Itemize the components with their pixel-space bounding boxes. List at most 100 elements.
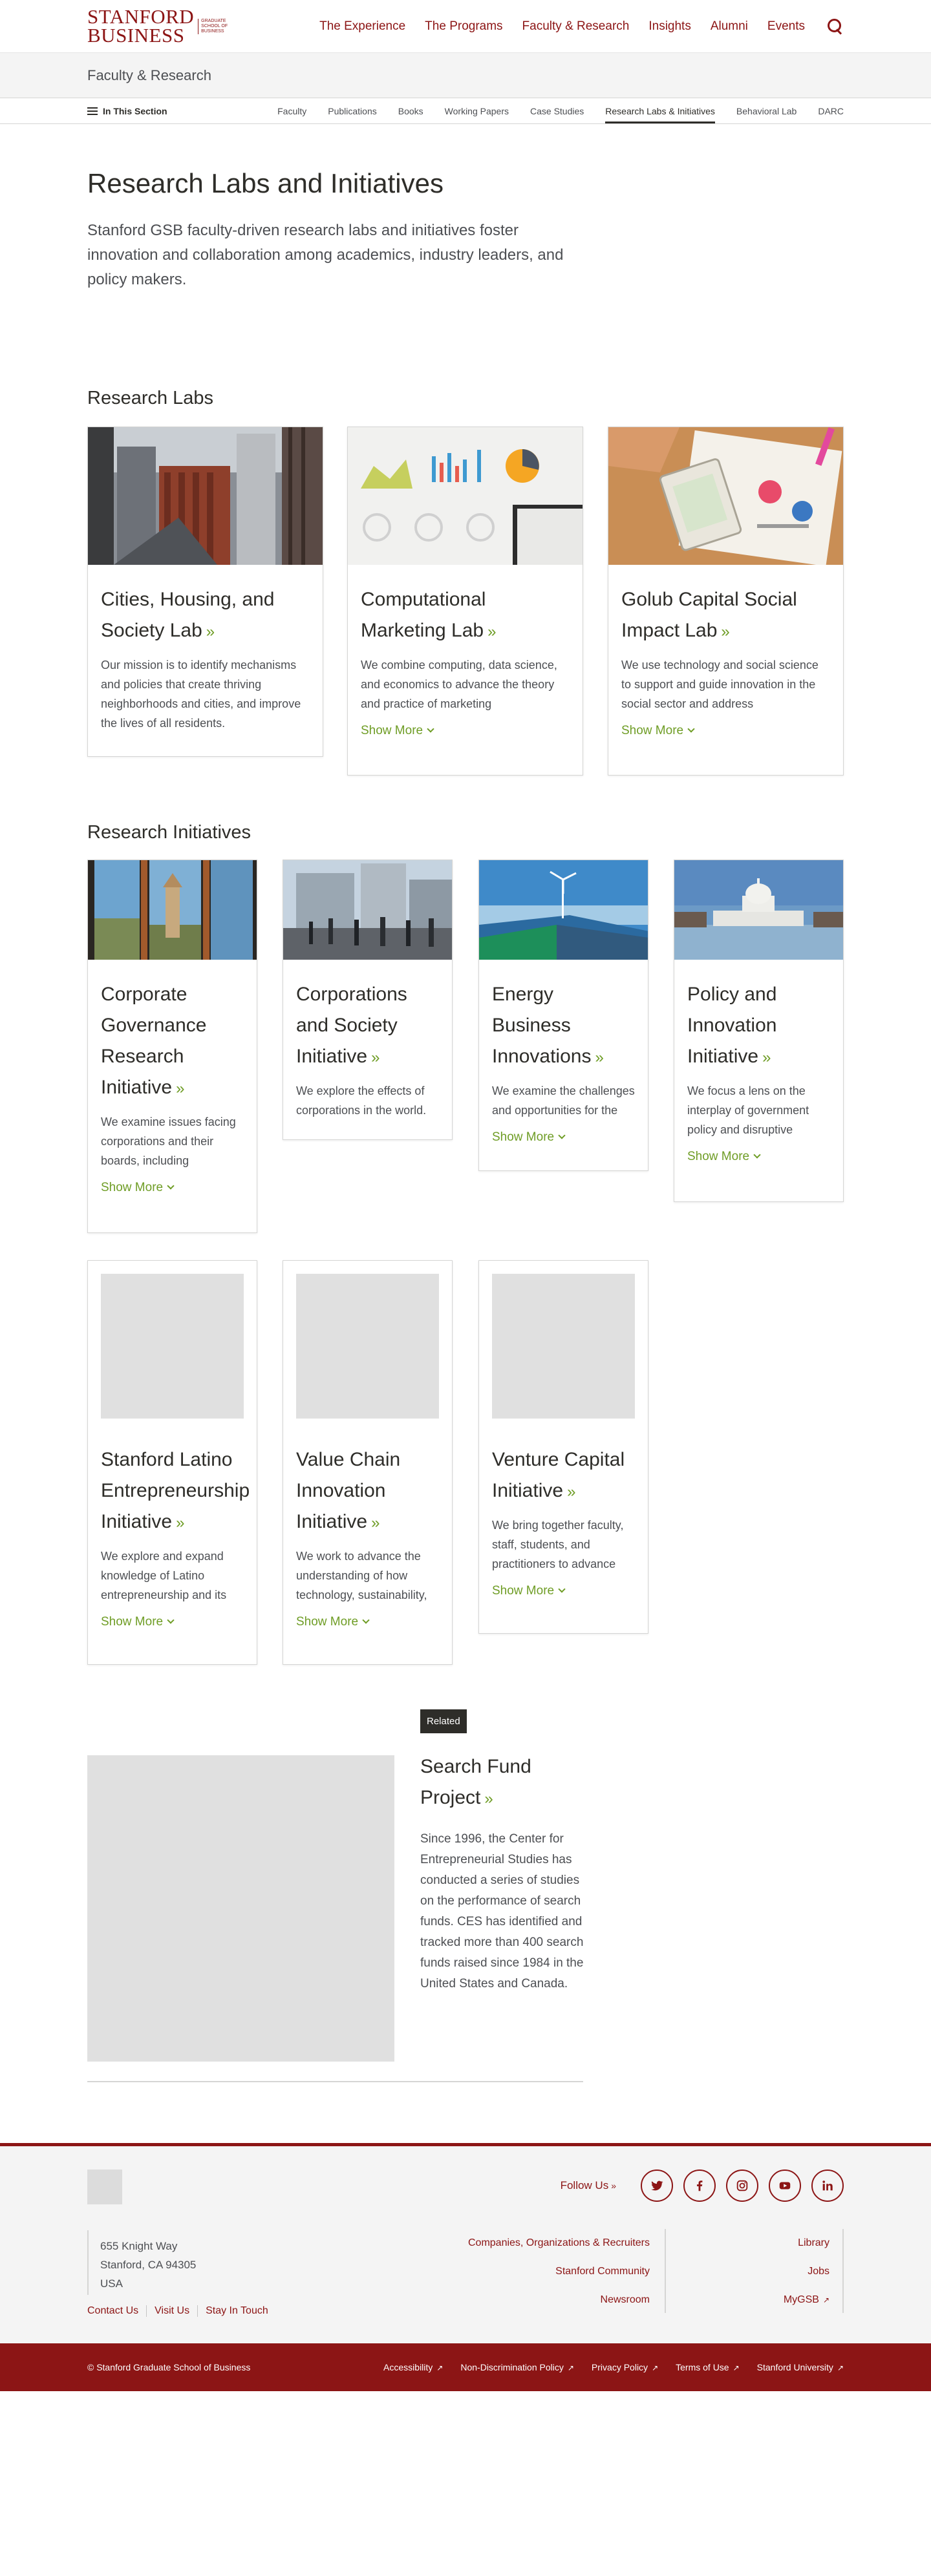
instagram-icon[interactable]	[726, 2170, 758, 2202]
lab-title-marketing[interactable]: Computational Marketing Lab»	[361, 584, 570, 648]
copyright-text: © Stanford Graduate School of Business	[87, 2362, 251, 2372]
link-accessibility[interactable]: Accessibility ↗	[383, 2362, 443, 2372]
external-link-icon: ↗	[567, 2363, 574, 2372]
external-link-icon: ↗	[733, 2363, 740, 2372]
nav-the-experience[interactable]: The Experience	[319, 19, 405, 34]
initiative-title-corporations-society[interactable]: Corporations and Society Initiative»	[296, 979, 439, 1073]
show-more-button[interactable]: Show More	[296, 1615, 370, 1629]
link-non-discrimination[interactable]: Non-Discrimination Policy ↗	[460, 2362, 574, 2372]
initiative-text-corporations-society: We explore the effects of corporations i…	[296, 1084, 427, 1117]
lab-text-cities: Our mission is to identify mechanisms an…	[101, 659, 301, 730]
section-divider	[87, 2081, 583, 2082]
footer-column-divider	[842, 2229, 844, 2313]
external-link-icon: ↗	[837, 2363, 844, 2372]
nav-insights[interactable]: Insights	[648, 19, 690, 34]
related-image-placeholder	[87, 1755, 394, 2062]
show-more-button[interactable]: Show More	[492, 1130, 566, 1145]
subnav-darc[interactable]: DARC	[818, 98, 844, 124]
initiative-image-corporations-society	[283, 860, 452, 960]
show-more-button[interactable]: Show More	[687, 1150, 761, 1164]
subnav-case-studies[interactable]: Case Studies	[530, 98, 584, 124]
research-labs-heading: Research Labs	[87, 388, 214, 408]
main-nav: The Experience The Programs Faculty & Re…	[300, 18, 844, 35]
chevron-down-icon	[167, 1616, 175, 1624]
gsb-logo[interactable]: STANFORD BUSINESS Graduate School of Bus…	[87, 7, 228, 45]
legal-links: Accessibility ↗ Non-Discrimination Policy…	[366, 2362, 844, 2372]
link-terms-of-use[interactable]: Terms of Use ↗	[676, 2362, 740, 2372]
nav-events[interactable]: Events	[767, 19, 805, 34]
footer-link-stay-in-touch[interactable]: Stay In Touch	[206, 2305, 276, 2317]
initiative-card-corporations-society[interactable]: Corporations and Society Initiative» We …	[283, 860, 453, 1140]
chevron-right-icon: »	[371, 1514, 380, 1532]
chevron-right-icon: »	[595, 1049, 604, 1066]
in-this-section-toggle[interactable]: In This Section	[87, 106, 167, 116]
site-header: STANFORD BUSINESS Graduate School of Bus…	[0, 0, 931, 53]
chevron-down-icon	[362, 1616, 370, 1624]
lab-card-computational-marketing[interactable]: Computational Marketing Lab» We combine …	[347, 427, 583, 776]
twitter-icon[interactable]	[641, 2170, 673, 2202]
youtube-icon[interactable]	[769, 2170, 801, 2202]
initiative-title-value-chain[interactable]: Value Chain Innovation Initiative»	[296, 1444, 439, 1539]
section-bar: Faculty & Research	[0, 53, 931, 98]
related-title[interactable]: Search Fund Project»	[420, 1751, 588, 1815]
footer-logo[interactable]	[87, 2170, 122, 2204]
lab-title-cities[interactable]: Cities, Housing, and Society Lab»	[101, 584, 310, 648]
footer-column-2: Library Jobs MyGSB ↗	[784, 2229, 829, 2314]
lab-image-cities	[88, 427, 323, 565]
lab-card-golub-capital[interactable]: Golub Capital Social Impact Lab» We use …	[608, 427, 844, 776]
related-text: Since 1996, the Center for Entrepreneuri…	[420, 1832, 584, 1990]
show-more-button[interactable]: Show More	[492, 1584, 566, 1598]
section-title[interactable]: Faculty & Research	[87, 67, 211, 84]
show-more-button[interactable]: Show More	[101, 1615, 175, 1629]
initiative-card-venture-capital[interactable]: Venture Capital Initiative» We bring tog…	[478, 1260, 648, 1634]
subnav-behavioral-lab[interactable]: Behavioral Lab	[736, 98, 797, 124]
link-privacy-policy[interactable]: Privacy Policy ↗	[592, 2362, 658, 2372]
nav-faculty-research[interactable]: Faculty & Research	[522, 19, 630, 34]
initiative-text-corporate-governance: We examine issues facing corporations an…	[101, 1115, 236, 1167]
initiative-card-policy-innovation[interactable]: Policy and Innovation Initiative» We foc…	[674, 860, 844, 1202]
link-stanford-university[interactable]: Stanford University ↗	[757, 2362, 844, 2372]
footer-link-mygsb[interactable]: MyGSB ↗	[784, 2286, 829, 2314]
linkedin-icon[interactable]	[811, 2170, 844, 2202]
show-more-button[interactable]: Show More	[101, 1181, 175, 1195]
subnav-books[interactable]: Books	[398, 98, 423, 124]
subnav-research-labs[interactable]: Research Labs & Initiatives	[605, 98, 715, 124]
show-more-button[interactable]: Show More	[621, 724, 695, 738]
initiative-card-latino-entrepreneurship[interactable]: Stanford Latino Entrepreneurship Initiat…	[87, 1260, 257, 1665]
footer-link-newsroom[interactable]: Newsroom	[468, 2286, 650, 2314]
initiative-text-policy-innovation: We focus a lens on the interplay of gove…	[687, 1084, 809, 1136]
chevron-down-icon	[558, 1585, 566, 1593]
initiative-card-corporate-governance[interactable]: Corporate Governance Research Initiative…	[87, 860, 257, 1233]
footer-link-visit-us[interactable]: Visit Us	[155, 2305, 198, 2317]
nav-alumni[interactable]: Alumni	[711, 19, 748, 34]
chevron-right-icon: »	[371, 1049, 380, 1066]
footer-column-1: Companies, Organizations & Recruiters St…	[468, 2229, 650, 2314]
initiative-image-placeholder	[296, 1274, 439, 1419]
subnav-faculty[interactable]: Faculty	[277, 98, 306, 124]
subnav-publications[interactable]: Publications	[328, 98, 377, 124]
nav-the-programs[interactable]: The Programs	[425, 19, 502, 34]
initiative-title-policy-innovation[interactable]: Policy and Innovation Initiative»	[687, 979, 830, 1073]
footer-link-contact-us[interactable]: Contact Us	[87, 2305, 147, 2317]
lab-title-golub[interactable]: Golub Capital Social Impact Lab»	[621, 584, 830, 648]
footer-link-stanford-community[interactable]: Stanford Community	[468, 2257, 650, 2286]
initiative-card-value-chain[interactable]: Value Chain Innovation Initiative» We wo…	[283, 1260, 453, 1665]
initiative-title-energy-business[interactable]: Energy Business Innovations»	[492, 979, 635, 1073]
in-this-section-label: In This Section	[103, 106, 167, 116]
initiative-title-corporate-governance[interactable]: Corporate Governance Research Initiative…	[101, 979, 244, 1104]
chevron-right-icon: »	[487, 623, 497, 640]
menu-icon	[87, 107, 98, 115]
footer-link-library[interactable]: Library	[784, 2229, 829, 2257]
footer-link-jobs[interactable]: Jobs	[784, 2257, 829, 2286]
chevron-right-icon: »	[721, 623, 730, 640]
footer-link-companies[interactable]: Companies, Organizations & Recruiters	[468, 2229, 650, 2257]
show-more-button[interactable]: Show More	[361, 724, 434, 738]
lab-card-cities-housing[interactable]: Cities, Housing, and Society Lab» Our mi…	[87, 427, 323, 757]
initiative-card-energy-business[interactable]: Energy Business Innovations» We examine …	[478, 860, 648, 1171]
search-icon[interactable]	[827, 18, 844, 35]
initiative-title-venture-capital[interactable]: Venture Capital Initiative»	[492, 1444, 635, 1508]
lab-image-marketing	[348, 427, 583, 565]
initiative-title-latino-entrepreneurship[interactable]: Stanford Latino Entrepreneurship Initiat…	[101, 1444, 250, 1539]
facebook-icon[interactable]	[683, 2170, 716, 2202]
subnav-working-papers[interactable]: Working Papers	[445, 98, 509, 124]
